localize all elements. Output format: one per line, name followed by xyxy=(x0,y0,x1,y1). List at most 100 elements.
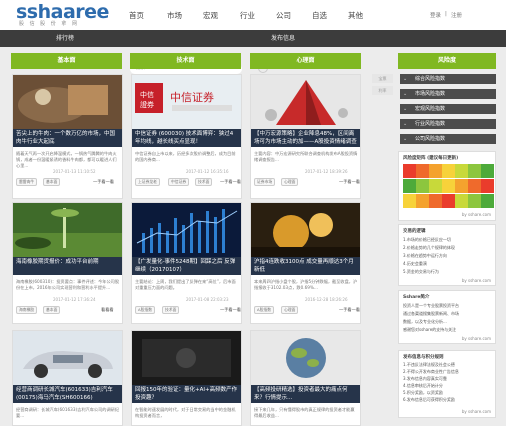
risk-matrix-box: 风险度矩阵 (建议每日更新) by sshare.com xyxy=(398,151,496,221)
nav-watchlist[interactable]: 自选 xyxy=(312,10,327,21)
article-tag[interactable]: 上证券龙老 xyxy=(135,178,160,186)
category-fundamental[interactable]: 基本面 xyxy=(11,53,122,69)
article-tag[interactable]: A股指数 xyxy=(254,306,274,314)
box-line: 数据，以及专业化分析... xyxy=(403,319,447,324)
article-date: 2017-01-12 17:36:24 xyxy=(53,297,96,302)
risk-matrix-title: 风险度矩阵 (建议每日更新) xyxy=(403,156,459,161)
article-card[interactable]: 中信 證券 中信证券 中信证券 (600030) 技术面博弈：狭过4年均线，越长线买… xyxy=(131,74,242,199)
article-tag[interactable]: 技术面 xyxy=(195,178,213,186)
risk-item-macro[interactable]: ⌄ 宏观风险指数 xyxy=(400,104,496,114)
box-line: 6.发布信息后可获得积分奖励 xyxy=(403,397,455,402)
box-footer: by sshare.com xyxy=(461,336,491,341)
risk-cell xyxy=(468,194,481,208)
nav-home[interactable]: 首页 xyxy=(129,10,144,21)
box-title: 发布信息与积分规则 xyxy=(403,355,444,360)
article-thumbnail xyxy=(132,331,241,385)
risk-cell xyxy=(429,164,442,178)
risk-cell xyxy=(481,194,494,208)
article-tag[interactable]: 基本面 xyxy=(43,306,61,314)
side-tab-stock[interactable]: 宝票 xyxy=(372,74,393,83)
read-more-link[interactable]: 一手看一看 xyxy=(339,179,360,185)
article-card[interactable]: 【高频投研精选】投资者最大的痛点何来？行情提示… 接下来几年，只有懂得股市的真正… xyxy=(250,330,361,426)
article-summary: 主要内容：中万宏源研究所联合调查机构发布A股投资情绪调查报告... xyxy=(254,151,358,162)
risk-cell xyxy=(429,194,442,208)
article-title[interactable]: 中信证券 (600030) 技术面博弈：狭过4年均线，越长线买点显现！ xyxy=(132,129,241,147)
risk-cell xyxy=(468,164,481,178)
article-thumbnail xyxy=(13,203,122,257)
article-summary: 在智能时速发展的时代，对于日常交易的当中的金融机构投资者而言， xyxy=(135,407,236,418)
risk-cell xyxy=(403,164,416,178)
risk-item-market[interactable]: ⌄ 市场风险指数 xyxy=(400,89,496,99)
category-technical[interactable]: 技术面 xyxy=(130,53,241,69)
nav-company[interactable]: 公司 xyxy=(276,10,291,21)
article-card[interactable]: 经营商调研长城汽车(601633)吉利汽车(00175)海马汽车(SH60016… xyxy=(12,330,123,426)
risk-cell xyxy=(403,194,416,208)
box-line: 1.不违反法律法规及社会公德 xyxy=(403,362,455,367)
article-tag[interactable]: 证券市场 xyxy=(254,178,276,186)
article-card[interactable]: 苦尖上的牛肉：一个数万亿的市场，中国肉牛行业大起底 随着天气再一次开启降温模式，… xyxy=(12,74,123,199)
site-logo[interactable]: sshaaree 股 信 股 份 拿 网 xyxy=(16,3,116,29)
risk-item-composite[interactable]: ⌄ 综合风险指数 xyxy=(400,74,496,84)
ranking-link[interactable]: 排行榜 xyxy=(56,30,74,47)
article-date: 2017-01-13 11:10:52 xyxy=(53,169,96,174)
article-thumbnail xyxy=(13,75,122,129)
publish-link[interactable]: 发布信息 xyxy=(271,30,295,47)
login-link[interactable]: 登录 xyxy=(430,11,441,19)
category-psychology[interactable]: 心理面 xyxy=(250,53,361,69)
trading-logic-box: 交易的逻辑 1.市场的价格已经反应一切 2.价格走势的几个规律的体现 3.价格在… xyxy=(398,224,496,286)
article-thumbnail xyxy=(13,331,122,385)
nav-macro[interactable]: 宏观 xyxy=(203,10,218,21)
chevron-down-icon: ⌄ xyxy=(403,76,408,82)
register-link[interactable]: 注册 xyxy=(451,11,462,19)
article-title[interactable]: 经营商调研长城汽车(601633)吉利汽车(00175)海马汽车(SH60016… xyxy=(13,385,122,403)
article-title[interactable]: 【中万宏源策略】企业降息48%，区间离场可为市场主动的加——A股投资情绪调查 xyxy=(251,129,360,147)
nav-market[interactable]: 市场 xyxy=(167,10,182,21)
read-more-link[interactable]: 一手看一看 xyxy=(220,307,241,313)
risk-cell xyxy=(429,179,442,193)
article-card[interactable]: 【广发量化-事件5248期】回踩之后 反弹继续（20170107） 主要结论：上… xyxy=(131,202,242,324)
article-title[interactable]: 【高频投研精选】投资者最大的痛点何来？行情提示… xyxy=(251,385,360,403)
risk-cell xyxy=(403,179,416,193)
article-title[interactable]: 回报150年的验证：量化+AI+高频数产作投资趣？ xyxy=(132,385,241,403)
article-card[interactable]: 回报150年的验证：量化+AI+高频数产作投资趣？ 在智能时速发展的时代，对于日… xyxy=(131,330,242,426)
article-tag[interactable]: 心理面 xyxy=(281,306,299,314)
article-title[interactable]: 苦尖上的牛肉：一个数万亿的市场，中国肉牛行业大起底 xyxy=(13,129,122,147)
article-tag[interactable]: 雷雷肉牛 xyxy=(16,178,38,186)
article-title[interactable]: 海南橡胶期货报价：成功平台前期 xyxy=(13,257,122,275)
article-date: 2017-01-08 22:03:23 xyxy=(186,297,229,302)
article-title[interactable]: 【广发量化-事件5248期】回踩之后 反弹继续（20170107） xyxy=(132,257,241,275)
article-card[interactable]: 沪指4连跌收3100点 成交量再顺达3个月新低 本来周四沪指小盘个股，沪指5分钟… xyxy=(250,202,361,324)
read-more-link[interactable]: 一手看一看 xyxy=(339,307,360,313)
article-tag[interactable]: 技术面 xyxy=(162,306,180,314)
toolbar: 排行榜 搜索 S 发布信息 xyxy=(0,30,506,74)
risk-item-industry[interactable]: ⌄ 行业风险指数 xyxy=(400,119,496,129)
article-tag[interactable]: 心理面 xyxy=(281,178,299,186)
svg-text:中信证券: 中信证券 xyxy=(170,90,214,104)
article-tag[interactable]: 基本面 xyxy=(43,178,61,186)
read-more-link[interactable]: 一手看一看 xyxy=(220,179,241,185)
article-card[interactable]: 【中万宏源策略】企业降息48%，区间离场可为市场主动的加——A股投资情绪调查 主… xyxy=(250,74,361,199)
publish-rules-box: 发布信息与积分规则 1.不违反法律法规及社会公德 2.不得公开发布商业性广告信息… xyxy=(398,350,496,418)
risk-cell xyxy=(442,179,455,193)
article-card[interactable]: 海南橡胶期货报价：成功平台前期 海南橡胶(600310)：投资要点：事件评述：今… xyxy=(12,202,123,324)
article-summary: 主要结论：上周，我们提出了反弹在来“高位”，后市面对重重压力面的问题。 xyxy=(135,279,236,290)
side-tab-rate[interactable]: 利率 xyxy=(372,86,393,95)
read-more-link[interactable]: 一手看一看 xyxy=(93,179,114,185)
risk-cell xyxy=(416,164,429,178)
chevron-down-icon: ⌄ xyxy=(403,121,408,127)
box-line: 3.价格在趋势中运行方向 xyxy=(403,253,447,258)
article-summary: 随着天气再一次开启降温模式，一锅热气腾腾的牛肉火锅，成者一份温暖紧诱的香料牛肉都… xyxy=(16,151,117,168)
read-more-link[interactable]: 看看看 xyxy=(101,307,114,313)
article-tag[interactable]: A股指数 xyxy=(135,306,155,314)
logo-wordmark: sshaaree xyxy=(16,1,109,23)
risk-cell xyxy=(455,179,468,193)
article-title[interactable]: 沪指4连跌收3100点 成交量再顺达3个月新低 xyxy=(251,257,360,275)
nav-other[interactable]: 其他 xyxy=(348,10,363,21)
chevron-down-icon: ⌄ xyxy=(403,91,408,97)
article-tag[interactable]: 海南橡胶 xyxy=(16,306,38,314)
article-thumbnail xyxy=(251,331,360,385)
risk-item-company[interactable]: ⌄ 公司风险指数 xyxy=(400,134,496,144)
box-line: 4.历史会重演 xyxy=(403,261,427,266)
nav-industry[interactable]: 行业 xyxy=(240,10,255,21)
article-tag[interactable]: 中信证券 xyxy=(168,178,190,186)
